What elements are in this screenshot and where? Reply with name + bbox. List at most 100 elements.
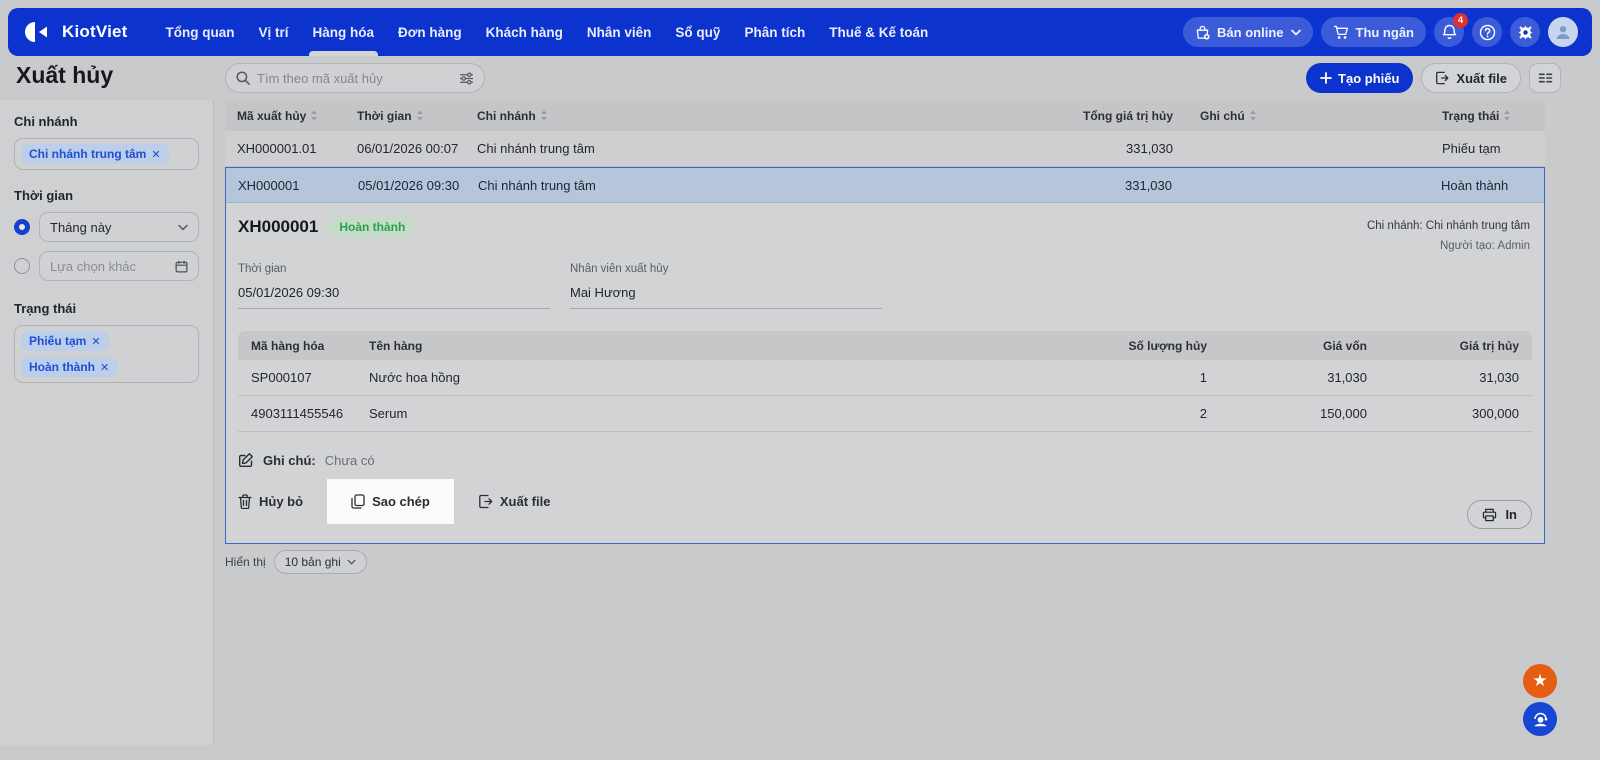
time-custom-radio[interactable] (14, 258, 30, 274)
kiotviet-logo[interactable]: KiotViet (22, 20, 128, 44)
support-agent-icon (1533, 712, 1547, 727)
item-code: SP000107 (251, 370, 312, 385)
branch-chip[interactable]: Chi nhánh trung tâm ✕ (21, 144, 169, 164)
branch-filter-box[interactable]: Chi nhánh trung tâm ✕ (14, 138, 199, 170)
destroy-list-table: Mã xuất hủy Thời gian Chi nhánh Tổng giá… (225, 100, 1545, 544)
page-size-select[interactable]: 10 bản ghi (273, 550, 367, 574)
detail-staff-label: Nhân viên xuất hủy (570, 263, 669, 275)
ban-online-button[interactable]: Bán online (1183, 17, 1313, 47)
col-header-time[interactable]: Thời gian (345, 109, 465, 123)
time-preset-select[interactable]: Tháng này (39, 212, 199, 242)
star-icon: ★ (1532, 671, 1548, 690)
cancel-ticket-button[interactable]: Hủy bỏ (238, 494, 303, 509)
sort-icon (1249, 110, 1256, 121)
table-row-selected[interactable]: XH000001 05/01/2026 09:30 Chi nhánh trun… (226, 168, 1544, 203)
notifications-button[interactable]: 4 (1434, 13, 1468, 47)
time-custom-placeholder: Lựa chọn khác (50, 258, 137, 274)
sort-icon (311, 110, 318, 121)
nav-phan-tich[interactable]: Phân tích (732, 8, 817, 56)
column-settings-button[interactable] (1529, 63, 1561, 93)
main-navigation: Tổng quan Vị trí Hàng hóa Đơn hàng Khách… (154, 8, 941, 56)
filter-sidebar: Chi nhánh Chi nhánh trung tâm ✕ Thời gia… (0, 100, 214, 745)
items-col-value: Giá trị hủy (1459, 338, 1519, 353)
status-chip-done[interactable]: Hoàn thành ✕ (21, 357, 118, 377)
items-col-code: Mã hàng hóa (251, 338, 325, 353)
destroy-detail-panel: XH000001 Hoàn thành Chi nhánh: Chi nhánh… (226, 203, 1544, 543)
col-header-status[interactable]: Trạng thái (1430, 109, 1545, 123)
cell-total: 331,030 (1126, 141, 1173, 156)
detail-time-label: Thời gian (238, 263, 287, 275)
thu-ngan-button[interactable]: Thu ngân (1320, 17, 1426, 47)
user-avatar-button[interactable] (1548, 17, 1578, 47)
items-col-qty: Số lượng hủy (1128, 338, 1207, 353)
online-store-icon (1196, 25, 1210, 40)
nav-hang-hoa[interactable]: Hàng hóa (301, 8, 387, 56)
col-header-note[interactable]: Ghi chú (1185, 109, 1430, 123)
cell-status: Phiếu tạm (1442, 141, 1501, 156)
filter-sliders-icon[interactable] (459, 72, 474, 85)
nav-tong-quan[interactable]: Tổng quan (154, 8, 247, 56)
cell-time: 06/01/2026 00:07 (357, 141, 459, 156)
nav-thue-ke-toan[interactable]: Thuế & Kế toán (817, 8, 940, 56)
cancel-ticket-label: Hủy bỏ (259, 493, 304, 509)
printer-icon (1483, 508, 1497, 521)
search-icon (236, 71, 250, 85)
col-header-total[interactable]: Tổng giá trị hủy (1005, 109, 1185, 123)
time-preset-value: Tháng này (50, 219, 112, 235)
remove-status-draft-icon[interactable]: ✕ (91, 335, 100, 348)
display-label: Hiển thị (225, 555, 266, 569)
export-detail-button[interactable]: Xuất file (478, 493, 551, 509)
rewards-floating-button[interactable]: ★ (1523, 664, 1557, 698)
time-custom-select[interactable]: Lựa chọn khác (39, 251, 199, 281)
settings-button[interactable] (1510, 17, 1540, 47)
time-preset-radio[interactable] (14, 219, 30, 235)
note-value: Chưa có (324, 452, 375, 468)
col-header-code[interactable]: Mã xuất hủy (225, 109, 345, 123)
export-detail-label: Xuất file (499, 493, 551, 509)
nav-don-hang[interactable]: Đơn hàng (386, 8, 474, 56)
export-file-button[interactable]: Xuất file (1421, 63, 1521, 93)
search-bar[interactable] (225, 63, 485, 93)
brand-name: KiotViet (62, 22, 128, 41)
status-chip-done-label: Hoàn thành (29, 360, 95, 374)
remove-branch-chip-icon[interactable]: ✕ (151, 148, 160, 161)
kiotviet-logo-icon (25, 22, 47, 42)
plus-icon (1320, 72, 1332, 84)
status-chip-draft[interactable]: Phiếu tạm ✕ (21, 331, 109, 351)
col-header-branch[interactable]: Chi nhánh (465, 109, 1005, 123)
support-floating-button[interactable] (1523, 702, 1557, 736)
nav-vi-tri[interactable]: Vị trí (247, 8, 301, 56)
branch-filter-heading: Chi nhánh (14, 114, 78, 129)
ban-online-label: Bán online (1217, 24, 1284, 40)
top-navbar: KiotViet Tổng quan Vị trí Hàng hóa Đơn h… (8, 8, 1592, 56)
nav-so-quy[interactable]: Sổ quỹ (663, 8, 732, 56)
edit-note-icon[interactable] (238, 452, 254, 468)
columns-icon (1538, 73, 1552, 83)
item-row[interactable]: 4903111455546 Serum 2 150,000 300,000 (238, 396, 1532, 432)
export-icon (1436, 71, 1449, 85)
detail-actions: Hủy bỏ Sao chép Xuất file (238, 478, 1532, 524)
bell-icon (1442, 24, 1456, 40)
nav-nhan-vien[interactable]: Nhân viên (575, 8, 664, 56)
sort-icon (1504, 110, 1511, 121)
sort-icon (540, 110, 547, 121)
remove-status-done-icon[interactable]: ✕ (100, 361, 109, 374)
note-label: Ghi chú: (263, 452, 316, 468)
copy-button[interactable]: Sao chép (351, 494, 430, 509)
item-row[interactable]: SP000107 Nước hoa hồng 1 31,030 31,030 (238, 360, 1532, 396)
detail-code: XH000001 (238, 217, 319, 236)
help-button[interactable] (1472, 17, 1502, 47)
gear-icon (1518, 25, 1532, 39)
item-value: 31,030 (1479, 370, 1519, 385)
table-row[interactable]: XH000001.01 06/01/2026 00:07 Chi nhánh t… (225, 131, 1545, 167)
print-button[interactable]: In (1467, 500, 1532, 529)
item-cost: 31,030 (1327, 370, 1367, 385)
status-filter-box[interactable]: Phiếu tạm ✕ Hoàn thành ✕ (14, 325, 199, 383)
detail-staff-value: Mai Hương (570, 285, 882, 309)
export-icon (479, 494, 493, 508)
sort-icon (416, 110, 423, 121)
chevron-down-icon (1290, 29, 1301, 36)
nav-khach-hang[interactable]: Khách hàng (474, 8, 575, 56)
search-input[interactable] (257, 70, 452, 86)
create-ticket-button[interactable]: Tạo phiếu (1306, 63, 1414, 93)
